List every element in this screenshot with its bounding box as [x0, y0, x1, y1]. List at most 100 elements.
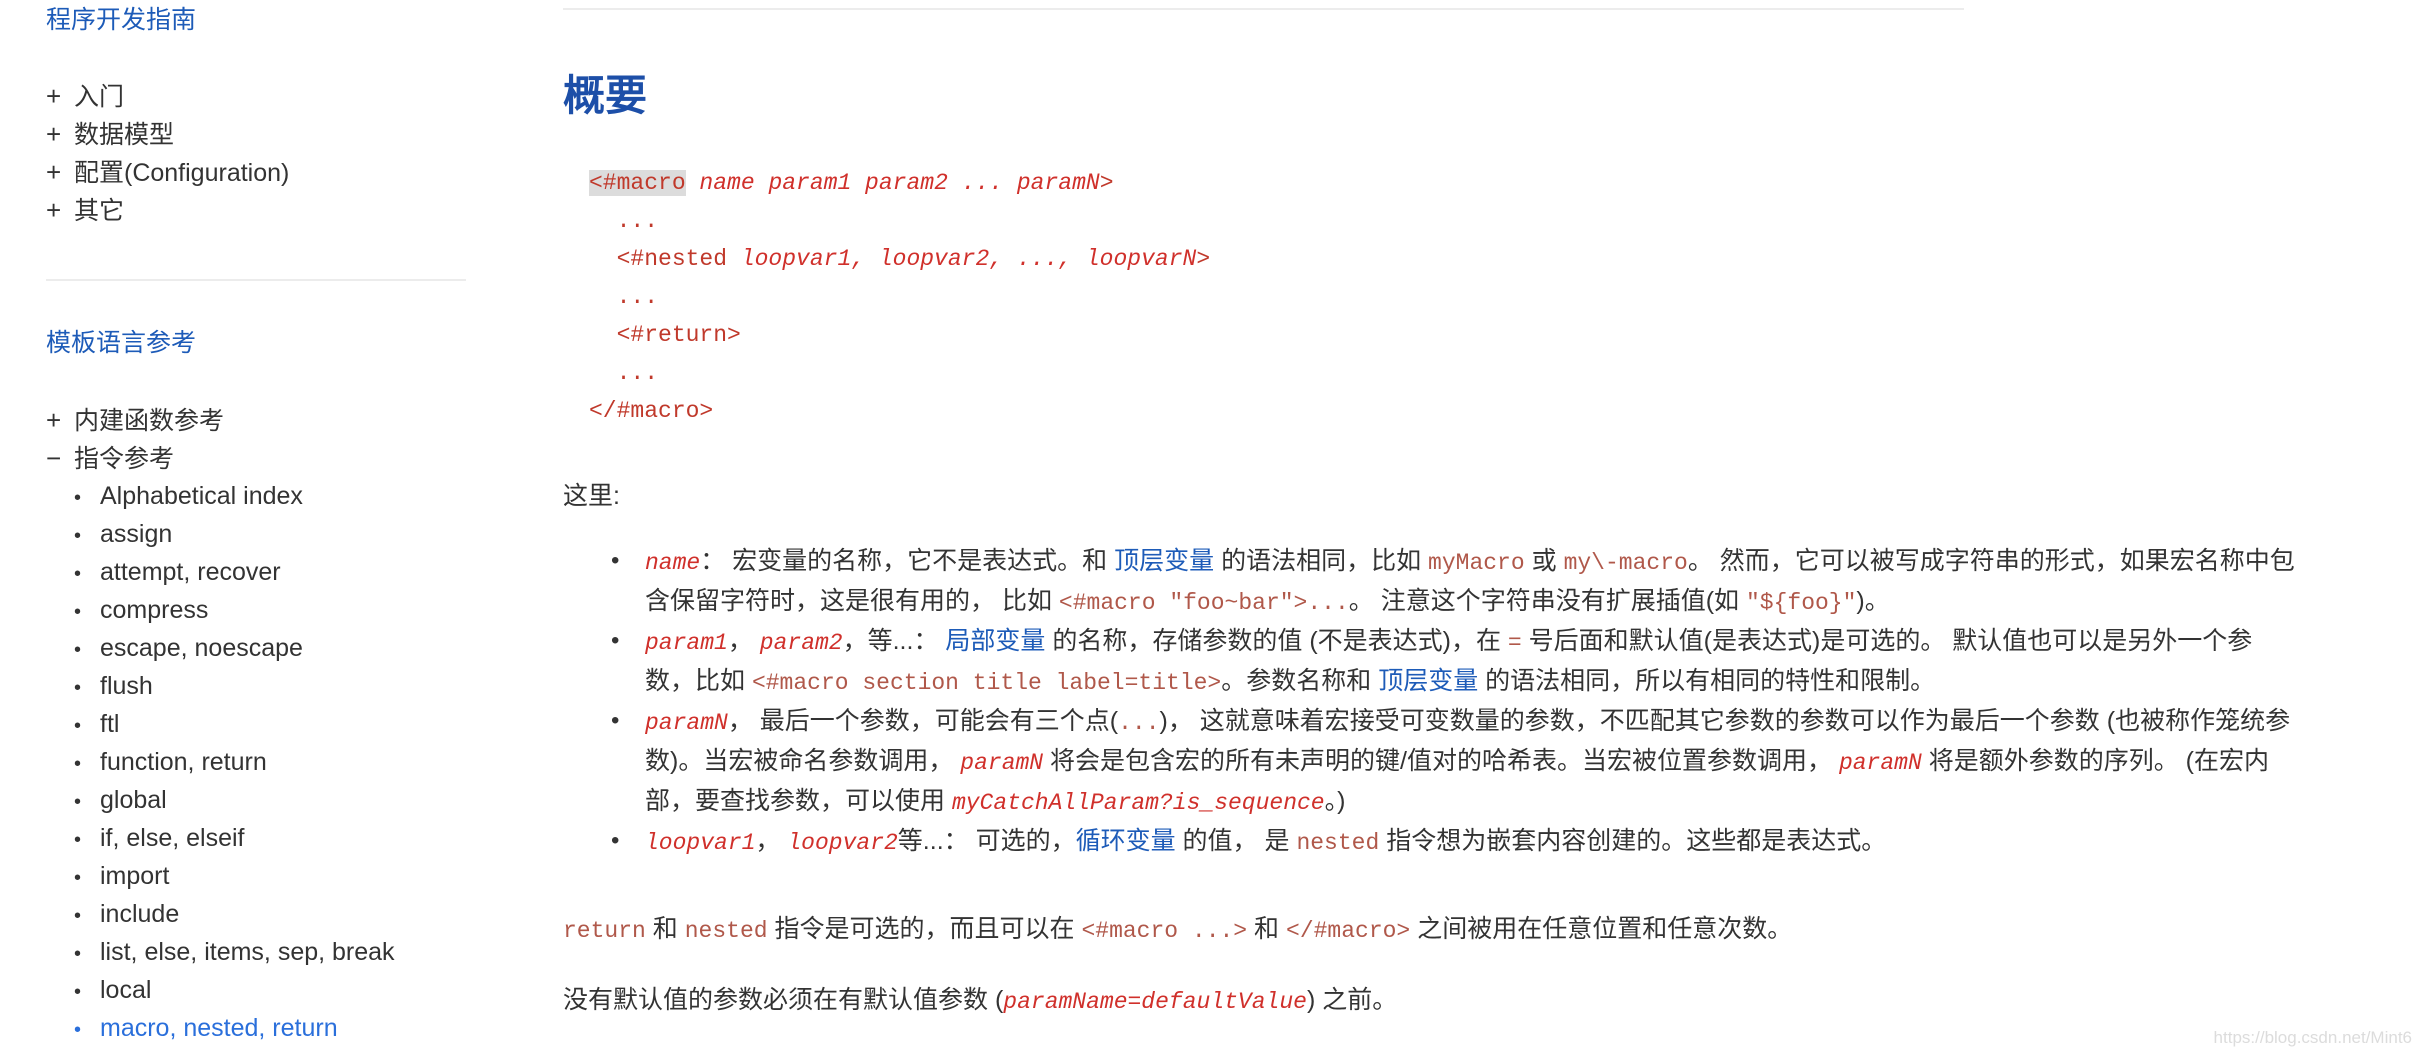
directive-item[interactable]: • compress [74, 591, 395, 629]
code-inline: loopvar2 [787, 830, 898, 856]
directive-item[interactable]: • include [74, 895, 395, 933]
code-inline: nested [1296, 830, 1380, 856]
directive-item-active[interactable]: • macro, nested, return [74, 1009, 395, 1047]
text: 。参数名称和 [1221, 667, 1379, 695]
code-inline: "${foo}" [1745, 590, 1857, 616]
directive-label[interactable]: local [100, 976, 151, 1004]
expand-plus-icon[interactable]: + [46, 401, 74, 439]
code-line: ... [589, 360, 659, 386]
code-inline: ... [1118, 710, 1160, 736]
code-inline: nested [684, 918, 768, 944]
code-nested-tag: <#nested [589, 246, 741, 272]
tree-node-getting-started[interactable]: + 入门 [46, 77, 289, 115]
expand-plus-icon[interactable]: + [46, 115, 74, 153]
bullet-icon: • [74, 677, 82, 699]
directive-list: • Alphabetical index • assign • attempt, re… [46, 477, 395, 1047]
directive-item[interactable]: • global [74, 781, 395, 819]
watermark: https://blog.csdn.net/Mint6 [2213, 1028, 2412, 1047]
code-inline: myMacro [1428, 550, 1525, 576]
bullet-icon: • [74, 829, 82, 851]
code-return-tag: <#return> [589, 322, 741, 348]
code-token: > [1099, 170, 1114, 196]
directive-item[interactable]: • function, return [74, 743, 395, 781]
code-inline: paramName=defaultValue [1003, 989, 1307, 1015]
directive-item[interactable]: • attempt, recover [74, 553, 395, 591]
tree-node-label[interactable]: 其它 [74, 197, 124, 225]
directive-item[interactable]: • flush [74, 667, 395, 705]
directive-label[interactable]: if, else, elseif [100, 824, 245, 852]
bullet-icon: • [74, 981, 82, 1003]
directive-label[interactable]: import [100, 862, 169, 890]
tree-node-label[interactable]: 配置(Configuration) [74, 159, 289, 187]
directive-label[interactable]: ftl [100, 710, 119, 738]
code-inline: loopvar1 [645, 830, 756, 856]
section-title-template-ref[interactable]: 模板语言参考 [46, 323, 196, 359]
directive-item[interactable]: • local [74, 971, 395, 1009]
tree-node-builtins[interactable]: + 内建函数参考 [46, 401, 395, 439]
code-inline: my\-macro [1563, 550, 1688, 576]
directive-item[interactable]: • Alphabetical index [74, 477, 395, 515]
here-label: 这里: [563, 482, 620, 510]
tree-node-data-model[interactable]: + 数据模型 [46, 115, 289, 153]
text: ， 最后一个参数，可能会有三个点( [727, 707, 1119, 735]
directive-label[interactable]: compress [100, 596, 208, 624]
code-nested-params: loopvar1, loopvar2, ..., loopvarN [740, 246, 1197, 272]
code-inline: name [645, 550, 701, 576]
text: 将会是包含宏的所有未声明的键/值对的哈希表。当宏被位置参数调用， [1043, 747, 1839, 775]
code-inline: myCatchAllParam?is_sequence [951, 790, 1325, 816]
text: 的语法相同，比如 [1214, 547, 1429, 575]
directive-label[interactable]: macro, nested, return [100, 1014, 338, 1042]
directive-item[interactable]: • escape, noescape [74, 629, 395, 667]
tree-node-label[interactable]: 入门 [74, 83, 124, 111]
bullet-icon: • [74, 487, 82, 509]
bullet-icon: • [74, 639, 82, 661]
directive-label[interactable]: attempt, recover [100, 558, 281, 586]
directive-label[interactable]: global [100, 786, 167, 814]
directive-label[interactable]: list, else, items, sep, break [100, 938, 395, 966]
code-line: ... [589, 208, 659, 234]
section-title-dev-guide[interactable]: 程序开发指南 [46, 0, 196, 36]
tree-node-label[interactable]: 指令参考 [74, 445, 174, 473]
tree-node-label[interactable]: 数据模型 [74, 121, 174, 149]
expand-plus-icon[interactable]: + [46, 153, 74, 191]
directive-label[interactable]: assign [100, 520, 172, 548]
text: ： 宏变量的名称，它不是表达式。和 [700, 547, 1115, 575]
directive-label[interactable]: flush [100, 672, 153, 700]
directive-item[interactable]: • assign [74, 515, 395, 553]
expand-plus-icon[interactable]: + [46, 77, 74, 115]
code-macro-params: name param1 param2 ... paramN [685, 170, 1100, 196]
expand-plus-icon[interactable]: + [46, 191, 74, 229]
text: 和 [645, 915, 685, 943]
collapse-minus-icon[interactable]: − [46, 439, 74, 477]
directive-label[interactable]: include [100, 900, 179, 928]
directive-label[interactable]: Alphabetical index [100, 482, 303, 510]
synopsis-code-block: <#macro name param1 param2 ... paramN> .… [589, 164, 1210, 430]
code-inline: param1 [645, 630, 728, 656]
directive-label[interactable]: escape, noescape [100, 634, 303, 662]
param-item-name: name： 宏变量的名称，它不是表达式。和 顶层变量 的语法相同，比如 myMa… [563, 542, 2295, 622]
bullet-icon: • [74, 715, 82, 737]
directive-item[interactable]: • list, else, items, sep, break [74, 933, 395, 971]
text: ) 之前。 [1306, 986, 1398, 1014]
tree-node-configuration[interactable]: + 配置(Configuration) [46, 153, 289, 191]
bullet-icon: • [74, 867, 82, 889]
bullet-icon: • [74, 525, 82, 547]
link-local-vars[interactable]: 局部变量 [945, 627, 1045, 655]
directive-label[interactable]: function, return [100, 748, 267, 776]
code-inline: <#macro ...> [1081, 918, 1248, 944]
directive-item[interactable]: • if, else, elseif [74, 819, 395, 857]
code-inline: </#macro> [1286, 918, 1411, 944]
link-top-level-vars[interactable]: 顶层变量 [1378, 667, 1478, 695]
link-loop-vars[interactable]: 循环变量 [1076, 827, 1176, 855]
directive-item[interactable]: • ftl [74, 705, 395, 743]
text: ，等...： [842, 627, 946, 655]
tree-node-directives[interactable]: − 指令参考 [46, 439, 395, 477]
directive-item[interactable]: • import [74, 857, 395, 895]
text: 的值， 是 [1175, 827, 1297, 855]
link-top-level-vars[interactable]: 顶层变量 [1114, 547, 1214, 575]
tree-node-misc[interactable]: + 其它 [46, 191, 289, 229]
bullet-icon: • [74, 1019, 82, 1041]
code-inline: paramN [1838, 750, 1922, 776]
text: 等...： 可选的， [897, 827, 1076, 855]
tree-node-label[interactable]: 内建函数参考 [74, 407, 224, 435]
